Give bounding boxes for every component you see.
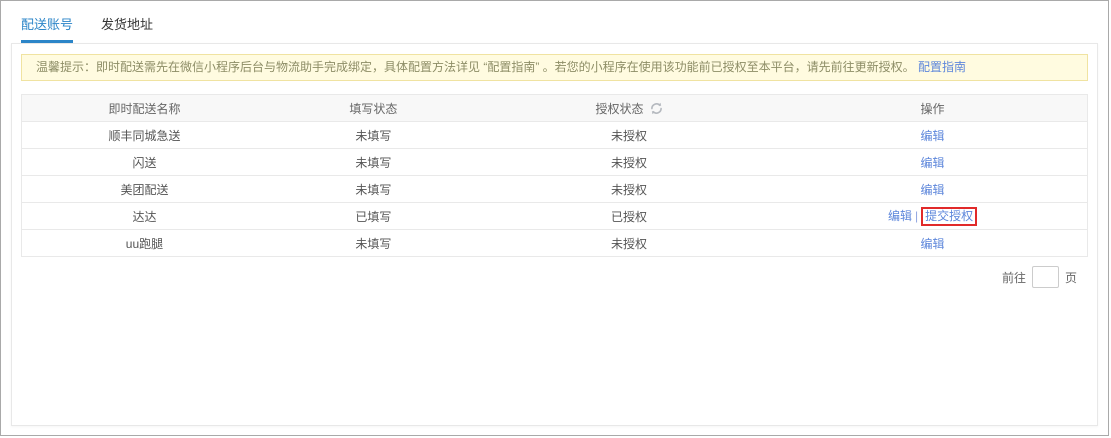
tab-delivery-account[interactable]: 配送账号: [21, 14, 73, 43]
table-row: uu跑腿 未填写 未授权 编辑: [22, 229, 1087, 256]
tab-bar: 配送账号 发货地址: [1, 1, 1108, 43]
table-row: 美团配送 未填写 未授权 编辑: [22, 175, 1087, 202]
header-fill-status: 填写状态: [267, 100, 480, 117]
auth-status: 未授权: [480, 154, 778, 171]
config-guide-link[interactable]: 配置指南: [918, 60, 966, 74]
fill-status: 未填写: [267, 235, 480, 252]
page: 配送账号 发货地址 温馨提示：即时配送需先在微信小程序后台与物流助手完成绑定，具…: [0, 0, 1109, 436]
page-number-input[interactable]: [1032, 266, 1059, 288]
fill-status: 未填写: [267, 127, 480, 144]
delivery-name: 顺丰同城急送: [22, 127, 267, 144]
header-auth-status-label: 授权状态: [596, 100, 644, 117]
fill-status: 未填写: [267, 154, 480, 171]
tab-shipping-address[interactable]: 发货地址: [101, 14, 153, 43]
pagination: 前往 页: [12, 266, 1077, 288]
action-separator: |: [915, 209, 918, 223]
table-row: 顺丰同城急送 未填写 未授权 编辑: [22, 121, 1087, 148]
header-auth-status: 授权状态: [480, 100, 778, 117]
tip-banner: 温馨提示：即时配送需先在微信小程序后台与物流助手完成绑定，具体配置方法详见 “配…: [21, 54, 1088, 81]
delivery-name: 达达: [22, 208, 267, 225]
edit-link[interactable]: 编辑: [921, 183, 945, 197]
table-header-row: 即时配送名称 填写状态 授权状态: [22, 95, 1087, 121]
edit-link[interactable]: 编辑: [888, 209, 912, 223]
tip-banner-text: 温馨提示：即时配送需先在微信小程序后台与物流助手完成绑定，具体配置方法详见 “配…: [36, 60, 915, 74]
delivery-table: 即时配送名称 填写状态 授权状态: [21, 94, 1088, 257]
fill-status: 未填写: [267, 181, 480, 198]
auth-status: 未授权: [480, 235, 778, 252]
delivery-name: uu跑腿: [22, 235, 267, 252]
submit-auth-link[interactable]: 提交授权: [925, 209, 973, 223]
edit-link[interactable]: 编辑: [921, 237, 945, 251]
header-delivery-name: 即时配送名称: [22, 100, 267, 117]
refresh-icon[interactable]: [650, 102, 663, 115]
edit-link[interactable]: 编辑: [921, 156, 945, 170]
delivery-name: 闪送: [22, 154, 267, 171]
pagination-suffix-label: 页: [1065, 269, 1077, 286]
table-row: 闪送 未填写 未授权 编辑: [22, 148, 1087, 175]
edit-link[interactable]: 编辑: [921, 129, 945, 143]
pagination-prefix-label: 前往: [1002, 269, 1026, 286]
table-row: 达达 已填写 已授权 编辑| 提交授权: [22, 202, 1087, 229]
fill-status: 已填写: [267, 208, 480, 225]
red-highlight-box: 提交授权: [921, 207, 977, 226]
auth-status: 已授权: [480, 208, 778, 225]
delivery-name: 美团配送: [22, 181, 267, 198]
auth-status: 未授权: [480, 181, 778, 198]
content-card: 温馨提示：即时配送需先在微信小程序后台与物流助手完成绑定，具体配置方法详见 “配…: [11, 43, 1098, 426]
header-actions: 操作: [778, 100, 1087, 117]
auth-status: 未授权: [480, 127, 778, 144]
